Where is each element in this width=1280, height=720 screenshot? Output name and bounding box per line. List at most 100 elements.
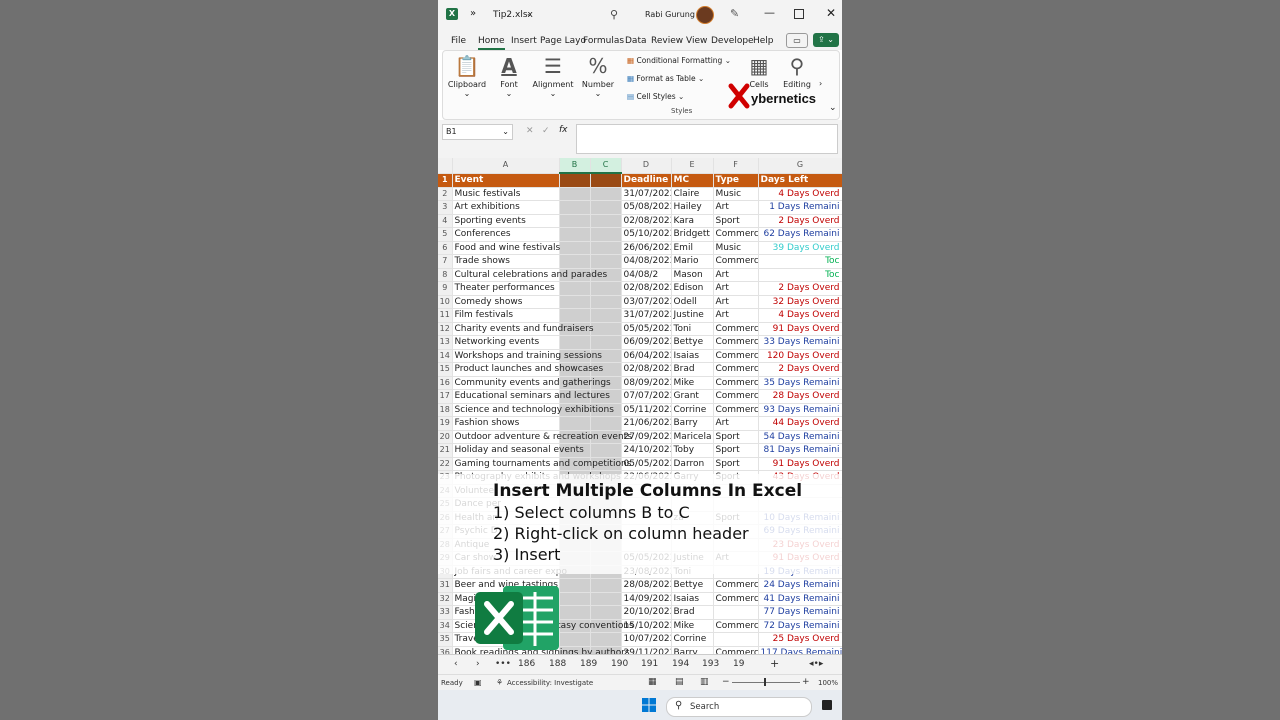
cell-days-left[interactable]: 28 Days Overd	[758, 389, 842, 404]
search-icon[interactable]: ⚲	[610, 8, 618, 21]
cell-type[interactable]: Music	[713, 187, 759, 201]
cell-b[interactable]	[559, 214, 591, 228]
cell-mc[interactable]: Brad	[671, 605, 714, 620]
tab-help[interactable]: Help	[753, 36, 774, 46]
number-group[interactable]: % Number ⌄	[579, 54, 617, 98]
expand-toolbar-button[interactable]: »	[470, 8, 476, 19]
cell-event[interactable]: Food and wine festivals	[452, 241, 560, 255]
cell-days-left[interactable]: Toc	[758, 268, 842, 282]
cell-c[interactable]	[590, 632, 622, 647]
cell-type[interactable]: Sport	[713, 214, 759, 228]
cell-mc[interactable]: Odell	[671, 295, 714, 309]
cell-deadline[interactable]: 05/08/2023	[621, 200, 672, 215]
cell-deadline[interactable]: 31/07/2023	[621, 187, 672, 201]
row-number[interactable]: 2	[438, 187, 453, 201]
zoom-slider[interactable]	[732, 682, 800, 683]
cell-b[interactable]	[559, 632, 591, 647]
cell-c[interactable]	[590, 443, 622, 458]
cell-days-left[interactable]: 1 Days Remaini	[758, 200, 842, 215]
cell-b[interactable]	[559, 605, 591, 620]
sheet-tab[interactable]: 194	[672, 659, 689, 669]
cell-mc[interactable]: Mario	[671, 254, 714, 269]
cell-days-left[interactable]: 91 Days Overd	[758, 457, 842, 471]
cell-days-left[interactable]: 4 Days Overd	[758, 308, 842, 323]
cell-type[interactable]	[713, 605, 759, 620]
minimize-icon[interactable]: —	[764, 6, 775, 19]
cell-event[interactable]: Cultural celebrations and parades	[452, 268, 607, 282]
cell-event[interactable]: Trade shows	[452, 254, 560, 269]
row-number[interactable]: 8	[438, 268, 453, 282]
cell-type[interactable]	[713, 632, 759, 647]
cell-mc[interactable]: Bridgett	[671, 227, 714, 242]
format-as-table-button[interactable]: ▦ Format as Table ⌄	[627, 74, 704, 83]
cell-event[interactable]: Science and technology exhibitions	[452, 403, 614, 417]
column-header-e[interactable]: E	[671, 158, 714, 174]
cell-type[interactable]: Art	[713, 295, 759, 309]
cell-deadline[interactable]: 15/10/2023	[621, 619, 672, 633]
select-all-corner[interactable]	[438, 158, 453, 174]
row-number[interactable]: 5	[438, 227, 453, 242]
cell-mc[interactable]: Claire	[671, 187, 714, 201]
sheet-scroll-icon[interactable]: ◂•▸	[809, 659, 823, 669]
cell-mc[interactable]: Isaias	[671, 349, 714, 363]
cell-deadline[interactable]: 07/07/2023	[621, 389, 672, 404]
cell-type[interactable]: Commerci	[713, 254, 759, 269]
cell-days-left[interactable]: 44 Days Overd	[758, 416, 842, 431]
cell-event[interactable]: Art exhibitions	[452, 200, 560, 215]
cell-days-left[interactable]: 81 Days Remaini	[758, 443, 842, 458]
cell-mc[interactable]: Emil	[671, 241, 714, 255]
cell-mc[interactable]: Maricela	[671, 430, 714, 444]
cell-days-left[interactable]: 91 Days Overd	[758, 322, 842, 336]
cell-event[interactable]: Gaming tournaments and competitions	[452, 457, 631, 471]
alignment-group[interactable]: ☰ Alignment ⌄	[531, 54, 575, 98]
cell-days-left[interactable]: 77 Days Remaini	[758, 605, 842, 620]
cell-b[interactable]	[559, 227, 591, 242]
cell-c[interactable]	[590, 592, 622, 606]
cell-b[interactable]	[559, 416, 591, 431]
cell-deadline[interactable]: 05/05/2023	[621, 322, 672, 336]
cell-deadline[interactable]: 27/09/2023	[621, 430, 672, 444]
row-number[interactable]: 7	[438, 254, 453, 269]
tab-formulas[interactable]: Formulas	[583, 36, 624, 46]
cell-deadline[interactable]: 14/09/2023	[621, 592, 672, 606]
cell-mc[interactable]: Isaias	[671, 592, 714, 606]
cell-type[interactable]: Art	[713, 416, 759, 431]
cell-mc[interactable]: Toni	[671, 322, 714, 336]
cell-c[interactable]	[590, 254, 622, 269]
cell-deadline[interactable]: 31/07/2023	[621, 308, 672, 323]
cell-days-left[interactable]: Toc	[758, 254, 842, 269]
task-view-icon[interactable]	[822, 700, 832, 710]
row-number[interactable]: 36	[438, 646, 453, 654]
sheet-tab[interactable]: 186	[518, 659, 535, 669]
cell-deadline[interactable]: 02/08/2023	[621, 362, 672, 377]
cell-type[interactable]: Sport	[713, 430, 759, 444]
cell-c[interactable]	[590, 605, 622, 620]
cell-c[interactable]	[590, 227, 622, 242]
cell-deadline[interactable]: 24/10/2023	[621, 443, 672, 458]
row-number[interactable]: 31	[438, 578, 453, 593]
cell-c[interactable]	[590, 281, 622, 296]
insert-function-icon[interactable]: fx	[559, 125, 568, 135]
cell-type[interactable]: Commercia	[713, 362, 759, 377]
row-number[interactable]: 20	[438, 430, 453, 444]
cell-type[interactable]: Sport	[713, 457, 759, 471]
cell-days-left[interactable]: 25 Days Overd	[758, 632, 842, 647]
row-number[interactable]: 32	[438, 592, 453, 606]
cell-mc[interactable]: Mike	[671, 376, 714, 390]
column-header-c[interactable]: C	[590, 158, 622, 174]
cell-deadline[interactable]: 03/07/2023	[621, 295, 672, 309]
row-number[interactable]: 21	[438, 443, 453, 458]
cell-c[interactable]	[590, 308, 622, 323]
row-number[interactable]: 18	[438, 403, 453, 417]
cell-mc[interactable]: Bettye	[671, 578, 714, 593]
cell-type[interactable]: Music	[713, 241, 759, 255]
next-sheet-icon[interactable]: ›	[476, 659, 480, 669]
header-mc[interactable]: MC	[671, 173, 714, 188]
row-number[interactable]: 17	[438, 389, 453, 404]
row-number[interactable]: 10	[438, 295, 453, 309]
sheet-tab[interactable]: 19	[733, 659, 744, 669]
cell-event[interactable]: Holiday and seasonal events	[452, 443, 584, 458]
cell-mc[interactable]: Darron	[671, 457, 714, 471]
cell-c[interactable]	[590, 578, 622, 593]
cell-deadline[interactable]: 28/08/2023	[621, 578, 672, 593]
